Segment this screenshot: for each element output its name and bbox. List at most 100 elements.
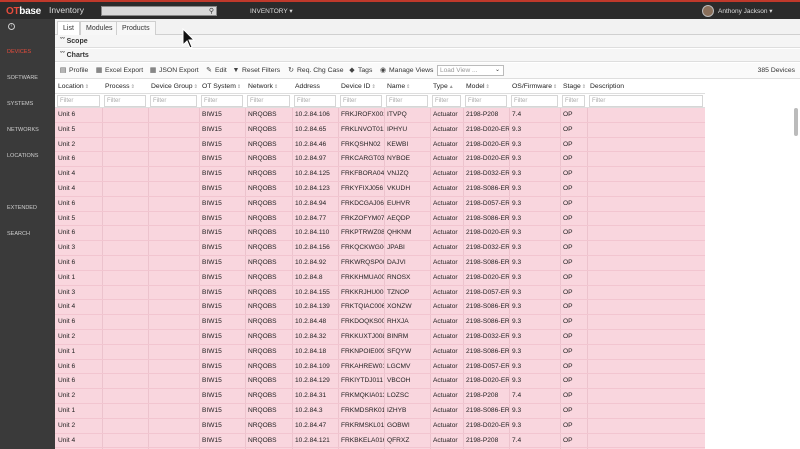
edit-button[interactable]: ✎ Edit bbox=[205, 65, 227, 77]
table-cell: BIW15 bbox=[202, 421, 222, 429]
collapse-icon[interactable]: ‹ bbox=[8, 23, 15, 30]
table-row[interactable]: Unit 6 BIW15 NRQOBS 10.2.84.97 FRKCARGT03 NYB… bbox=[55, 152, 705, 168]
json-icon: ▦ bbox=[149, 67, 157, 74]
edit-icon: ✎ bbox=[206, 67, 212, 74]
table-cell: 2198-D020-ER bbox=[466, 155, 509, 163]
table-row[interactable]: Unit 3 BIW15 NRQOBS 10.2.84.155 FRKKRJHU00 TZ… bbox=[55, 286, 705, 301]
table-row[interactable]: Unit 6 BIW15 NRQOBS 10.2.84.48 FRKDOQKS00 RHX… bbox=[55, 315, 705, 330]
table-row[interactable]: Unit 2 BIW15 NRQOBS 10.2.84.47 FRKRMSKL015 GO… bbox=[55, 419, 705, 434]
column-filter-input[interactable]: Filter bbox=[104, 95, 146, 107]
tab-list[interactable]: List bbox=[57, 21, 80, 35]
table-cell: OP bbox=[563, 436, 573, 444]
column-filter-input[interactable]: Filter bbox=[562, 95, 585, 107]
column-header[interactable]: Process⇕ bbox=[102, 79, 148, 94]
sidebar-item-search[interactable]: SEARCH bbox=[0, 227, 55, 241]
sidebar-item-systems[interactable]: SYSTEMS bbox=[0, 97, 55, 111]
table-cell bbox=[102, 167, 148, 182]
inventory-menu[interactable]: INVENTORY ▾ bbox=[250, 7, 293, 15]
manage-views-button[interactable]: ◉ Manage Views bbox=[379, 65, 434, 77]
column-filter-input[interactable]: Filter bbox=[386, 95, 428, 107]
table-cell: 9.3 bbox=[512, 244, 522, 252]
table-row[interactable]: Unit 6 BIW15 NRQOBS 10.2.84.94 FRKDCGAJ067 EU… bbox=[55, 197, 705, 212]
column-filter-input[interactable]: Filter bbox=[294, 95, 336, 107]
column-filter-input[interactable]: Filter bbox=[465, 95, 507, 107]
table-cell: FRKYFIXJ056 bbox=[341, 185, 384, 192]
user-menu[interactable]: Anthony Jackson ▾ bbox=[702, 4, 773, 18]
reset-filters-button[interactable]: ▼ Reset Filters bbox=[232, 65, 281, 77]
column-header[interactable]: Stage⇕ bbox=[560, 79, 587, 94]
sidebar-item-devices[interactable]: DEVICES bbox=[0, 45, 55, 59]
table-row[interactable]: Unit 1 BIW15 NRQOBS 10.2.84.18 FRKNPOIE009 SF… bbox=[55, 345, 705, 360]
excel-export-button[interactable]: ▦ Excel Export bbox=[95, 65, 143, 77]
column-filter-input[interactable]: Filter bbox=[340, 95, 382, 107]
column-header[interactable]: OS/Firmware⇕ bbox=[509, 79, 560, 94]
table-row[interactable]: Unit 1 BIW15 NRQOBS 10.2.84.8 FRKKHMUA00 RNOS… bbox=[55, 271, 705, 286]
column-filter-input[interactable]: Filter bbox=[201, 95, 243, 107]
table-row[interactable]: Unit 3 BIW15 NRQOBS 10.2.84.156 FRKQCKWG00 JP… bbox=[55, 241, 705, 256]
table-row[interactable]: Unit 6 BIW15 NRQOBS 10.2.84.109 FRKAHREW01 LG… bbox=[55, 360, 705, 375]
column-filter-input[interactable]: Filter bbox=[57, 95, 100, 107]
profile-button[interactable]: ▤ Profile bbox=[59, 65, 89, 77]
sidebar-item-networks[interactable]: NETWORKS bbox=[0, 123, 55, 137]
column-filter-input[interactable]: Filter bbox=[589, 95, 703, 107]
table-cell: 10.2.84.110 bbox=[295, 229, 330, 237]
table-row[interactable]: Unit 4 BIW15 NRQOBS 10.2.84.139 FRKTQIAC006 X… bbox=[55, 300, 705, 316]
column-header[interactable]: Type▲ bbox=[430, 79, 463, 94]
table-cell: OP bbox=[563, 347, 573, 355]
global-search-input[interactable]: ⚲ bbox=[101, 6, 217, 16]
table-row[interactable]: Unit 6 BIW15 NRQOBS 10.2.84.92 FRKWRQSP00 DAJ… bbox=[55, 256, 705, 271]
scrollbar[interactable] bbox=[794, 108, 798, 136]
table-cell: VNJZQ bbox=[387, 170, 409, 178]
load-view-select[interactable]: Load View ... ⌄ bbox=[437, 65, 504, 76]
table-row[interactable]: Unit 4 BIW15 NRQOBS 10.2.84.123 FRKYFIXJ056 V… bbox=[55, 182, 705, 197]
table-row[interactable]: Unit 2 BIW15 NRQOBS 10.2.84.46 FRKQSHN02 KEWB… bbox=[55, 138, 705, 153]
table-row[interactable]: Unit 6 BIW15 NRQOBS 10.2.84.110 FRKPTRWZ08 QH… bbox=[55, 226, 705, 242]
table-row[interactable]: Unit 6 BIW15 NRQOBS 10.2.84.106 FRKJROFX001 I… bbox=[55, 108, 705, 123]
table-row[interactable]: Unit 2 BIW15 NRQOBS 10.2.84.31 FRKMQKIA013 LO… bbox=[55, 389, 705, 404]
table-cell bbox=[102, 182, 148, 197]
column-header[interactable]: Name⇕ bbox=[384, 79, 430, 94]
table-row[interactable]: Unit 6 BIW15 NRQOBS 10.2.84.129 FRKIYTDJ011 V… bbox=[55, 374, 705, 390]
sidebar-item-extended[interactable]: EXTENDED bbox=[0, 201, 55, 215]
column-filter-input[interactable]: Filter bbox=[432, 95, 461, 107]
tags-button[interactable]: ◆ Tags bbox=[348, 65, 372, 77]
table-cell: 9.3 bbox=[512, 229, 522, 237]
table-cell: 10.2.84.48 bbox=[295, 318, 327, 326]
sidebar-item-software[interactable]: SOFTWARE bbox=[0, 71, 55, 85]
table-row[interactable]: Unit 5 BIW15 NRQOBS 10.2.84.65 FRKLNVOT012 IP… bbox=[55, 123, 705, 138]
sidebar-item-locations[interactable]: LOCATIONS bbox=[0, 149, 55, 163]
json-export-button[interactable]: ▦ JSON Export bbox=[149, 65, 199, 77]
manage-label: Manage Views bbox=[389, 67, 434, 74]
column-filter-input[interactable]: Filter bbox=[150, 95, 197, 107]
table-cell: Unit 6 bbox=[58, 362, 76, 370]
table-cell bbox=[102, 138, 148, 153]
table-cell: Actuator bbox=[433, 333, 458, 340]
column-header[interactable]: Location⇕ bbox=[55, 79, 102, 94]
column-header[interactable]: OT System⇕ bbox=[199, 79, 245, 94]
table-row[interactable]: Unit 1 BIW15 NRQOBS 10.2.84.3 FRKMDSRK01 IZHY… bbox=[55, 404, 705, 419]
table-row[interactable]: Unit 5 BIW15 NRQOBS 10.2.84.77 FRKZOFYM078 AE… bbox=[55, 212, 705, 227]
charts-section[interactable]: ˇˇ Charts bbox=[55, 49, 800, 62]
column-header[interactable]: Description bbox=[587, 79, 705, 94]
req-chg-case-button[interactable]: ↻ Req. Chg Case bbox=[287, 65, 343, 77]
table-cell: 9.3 bbox=[512, 407, 522, 414]
column-filter-input[interactable]: Filter bbox=[247, 95, 290, 107]
table-row[interactable]: Unit 4 BIW15 NRQOBS 10.2.84.125 FRKFBORA045 V… bbox=[55, 167, 705, 182]
table-row[interactable]: Unit 2 BIW15 NRQOBS 10.2.84.32 FRKKUXTJ008 BI… bbox=[55, 330, 705, 345]
search-icon[interactable]: ⚲ bbox=[209, 7, 214, 16]
table-cell: Unit 4 bbox=[58, 303, 76, 311]
scope-section[interactable]: ˇˇ Scope bbox=[55, 35, 800, 48]
column-header[interactable]: Device Group⇕ bbox=[148, 79, 199, 94]
column-header[interactable]: Address bbox=[292, 79, 338, 94]
column-filter-input[interactable]: Filter bbox=[511, 95, 558, 107]
table-cell bbox=[587, 330, 705, 345]
profile-icon: ▤ bbox=[59, 67, 67, 74]
column-header[interactable]: Network⇕ bbox=[245, 79, 292, 94]
column-header[interactable]: Model⇕ bbox=[463, 79, 509, 94]
column-header[interactable]: Device ID⇕ bbox=[338, 79, 384, 94]
otbase-logo[interactable]: OT base bbox=[6, 4, 41, 18]
toolbar: ▤ Profile ▦ Excel Export ▦ JSON Export ✎ Edi… bbox=[55, 63, 800, 79]
tab-products[interactable]: Products bbox=[116, 21, 156, 35]
table-row[interactable]: Unit 4 BIW15 NRQOBS 10.2.84.121 FRKBKELA016 Q… bbox=[55, 434, 705, 449]
tab-modules[interactable]: Modules bbox=[80, 21, 119, 35]
